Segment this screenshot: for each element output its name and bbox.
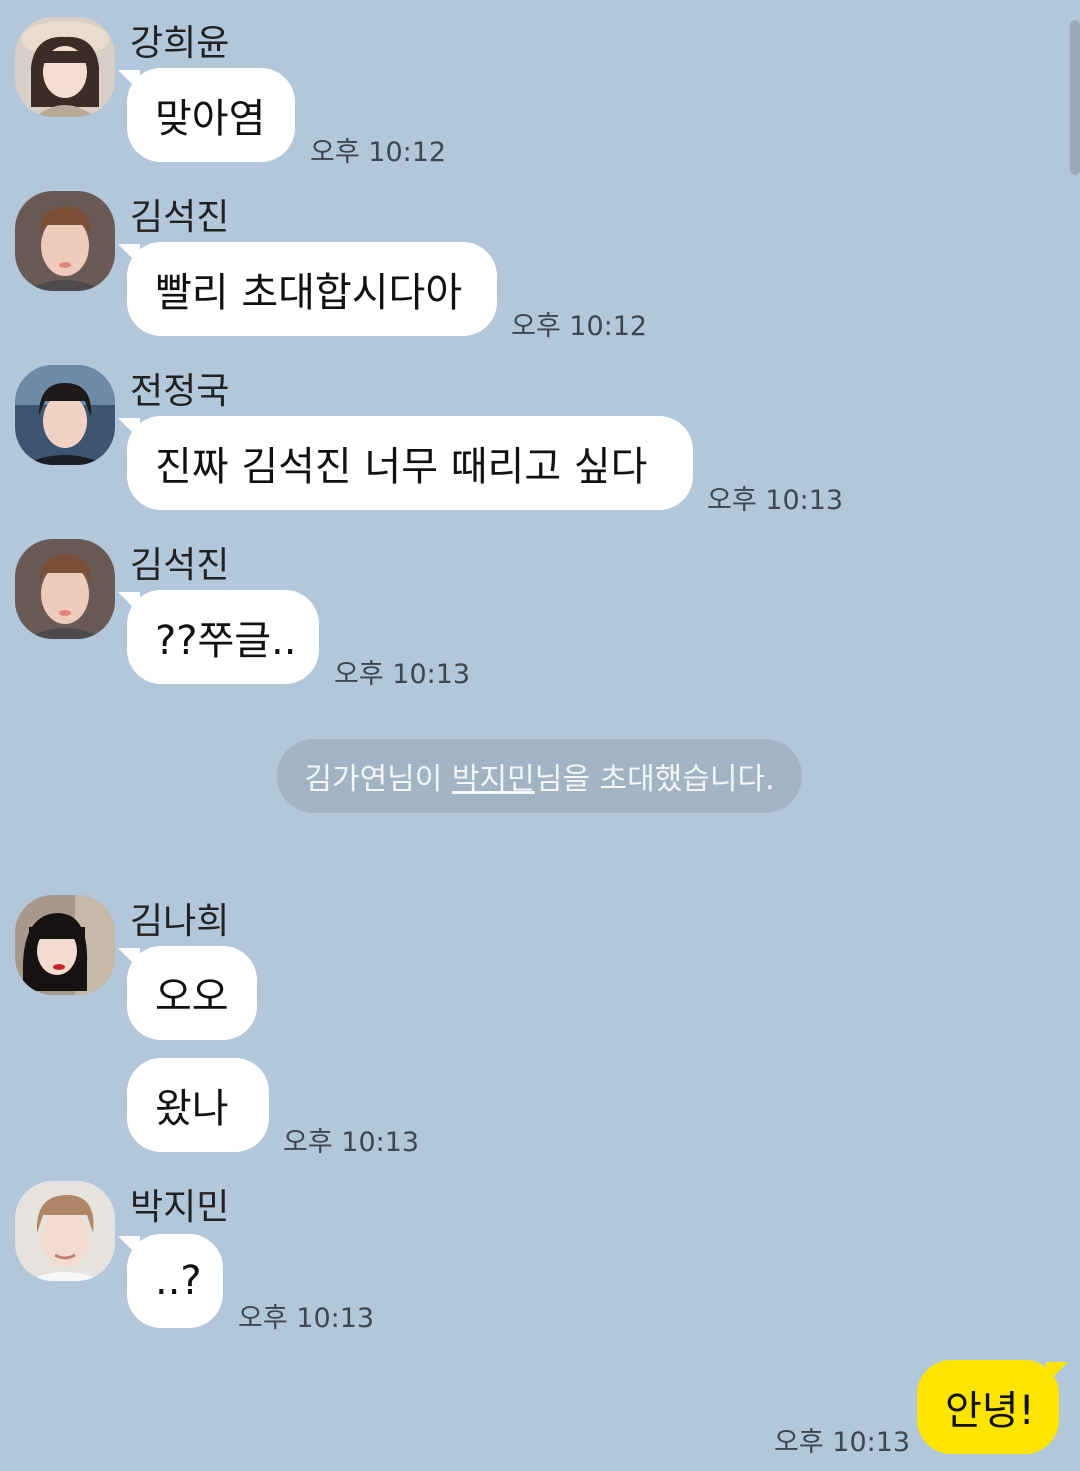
profile-photo-icon — [15, 1181, 115, 1281]
avatar[interactable] — [15, 17, 115, 117]
avatar[interactable] — [15, 539, 115, 639]
message-text: 진짜 김석진 너무 때리고 싶다 — [155, 444, 648, 490]
message-time: 오후 10:13 — [774, 1427, 911, 1458]
message-bubble[interactable]: ..? — [118, 1234, 223, 1328]
avatar[interactable] — [15, 365, 115, 465]
message-bubble[interactable]: 진짜 김석진 너무 때리고 싶다 — [118, 416, 693, 510]
sender-name: 전정국 — [130, 371, 230, 412]
bubble-tail — [118, 244, 140, 266]
message-bubble[interactable]: 오오 — [118, 946, 257, 1040]
message-time: 오후 10:12 — [310, 137, 447, 168]
message-text: 맞아염 — [155, 96, 266, 142]
message-bubble[interactable]: ??쭈글.. — [118, 590, 319, 684]
scrollbar[interactable] — [1070, 20, 1080, 175]
message-time: 오후 10:13 — [334, 659, 471, 690]
profile-photo-icon — [15, 191, 115, 291]
message-bubble[interactable]: 왔나 — [127, 1058, 269, 1152]
message-text: 빨리 초대합시다아 — [155, 270, 463, 316]
avatar[interactable] — [15, 191, 115, 291]
bubble-tail — [118, 70, 140, 92]
bubble-tail — [1046, 1362, 1068, 1384]
message-text: 왔나 — [155, 1086, 229, 1132]
avatar[interactable] — [15, 1181, 115, 1281]
invitee-name-link[interactable]: 박지민 — [452, 754, 535, 798]
sender-name: 김석진 — [130, 197, 230, 238]
bubble-tail — [118, 418, 140, 440]
avatar[interactable] — [15, 895, 115, 995]
sender-name: 강희윤 — [130, 23, 230, 64]
bubble-tail — [118, 592, 140, 614]
sender-name: 박지민 — [130, 1187, 230, 1228]
system-notice: 김가연님이 박지민 님을 초대했습니다. — [277, 739, 802, 813]
bubble-tail — [118, 1236, 140, 1258]
message-text: 오오 — [155, 974, 229, 1020]
profile-photo-icon — [15, 895, 115, 995]
profile-photo-icon — [15, 17, 115, 117]
my-message-bubble[interactable]: 안녕! — [917, 1360, 1068, 1454]
message-time: 오후 10:13 — [283, 1127, 420, 1158]
message-time: 오후 10:13 — [707, 485, 844, 516]
message-text: ..? — [155, 1258, 202, 1304]
message-bubble[interactable]: 맞아염 — [118, 68, 295, 162]
profile-photo-icon — [15, 539, 115, 639]
bubble-tail — [118, 948, 140, 970]
system-notice-prefix: 김가연님이 — [304, 762, 452, 797]
message-text: ??쭈글.. — [155, 618, 297, 664]
message-time: 오후 10:13 — [238, 1303, 375, 1334]
message-bubble[interactable]: 빨리 초대합시다아 — [118, 242, 497, 336]
profile-photo-icon — [15, 365, 115, 465]
sender-name: 김석진 — [130, 545, 230, 586]
system-notice-suffix: 님을 초대했습니다. — [534, 762, 775, 797]
message-time: 오후 10:12 — [511, 311, 648, 342]
sender-name: 김나희 — [130, 901, 230, 942]
message-text: 안녕! — [945, 1388, 1035, 1434]
